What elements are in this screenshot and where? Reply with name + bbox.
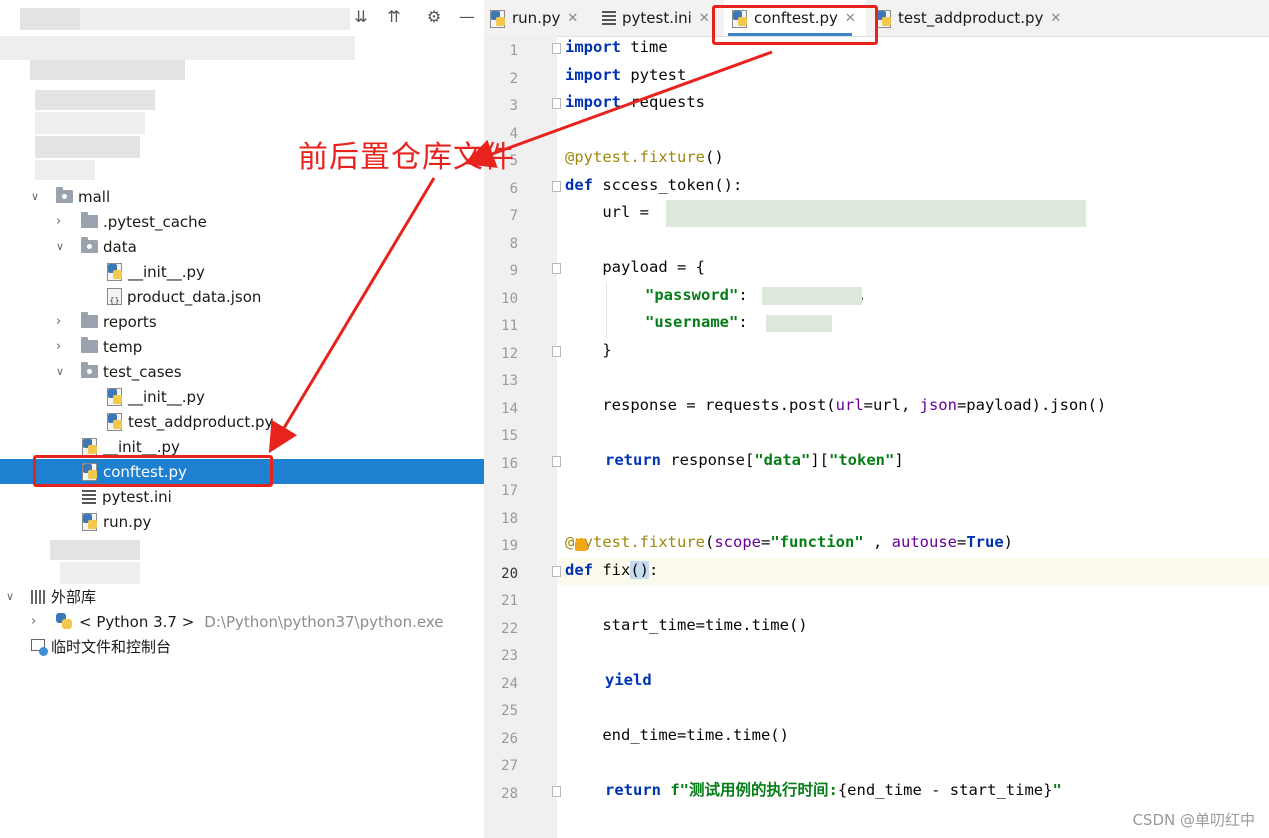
arrow-label-to-tree (268, 177, 436, 454)
annotation-arrows (268, 50, 773, 454)
arrow-tab-to-label (464, 50, 773, 168)
watermark: CSDN @单叨红中 (1132, 811, 1255, 829)
